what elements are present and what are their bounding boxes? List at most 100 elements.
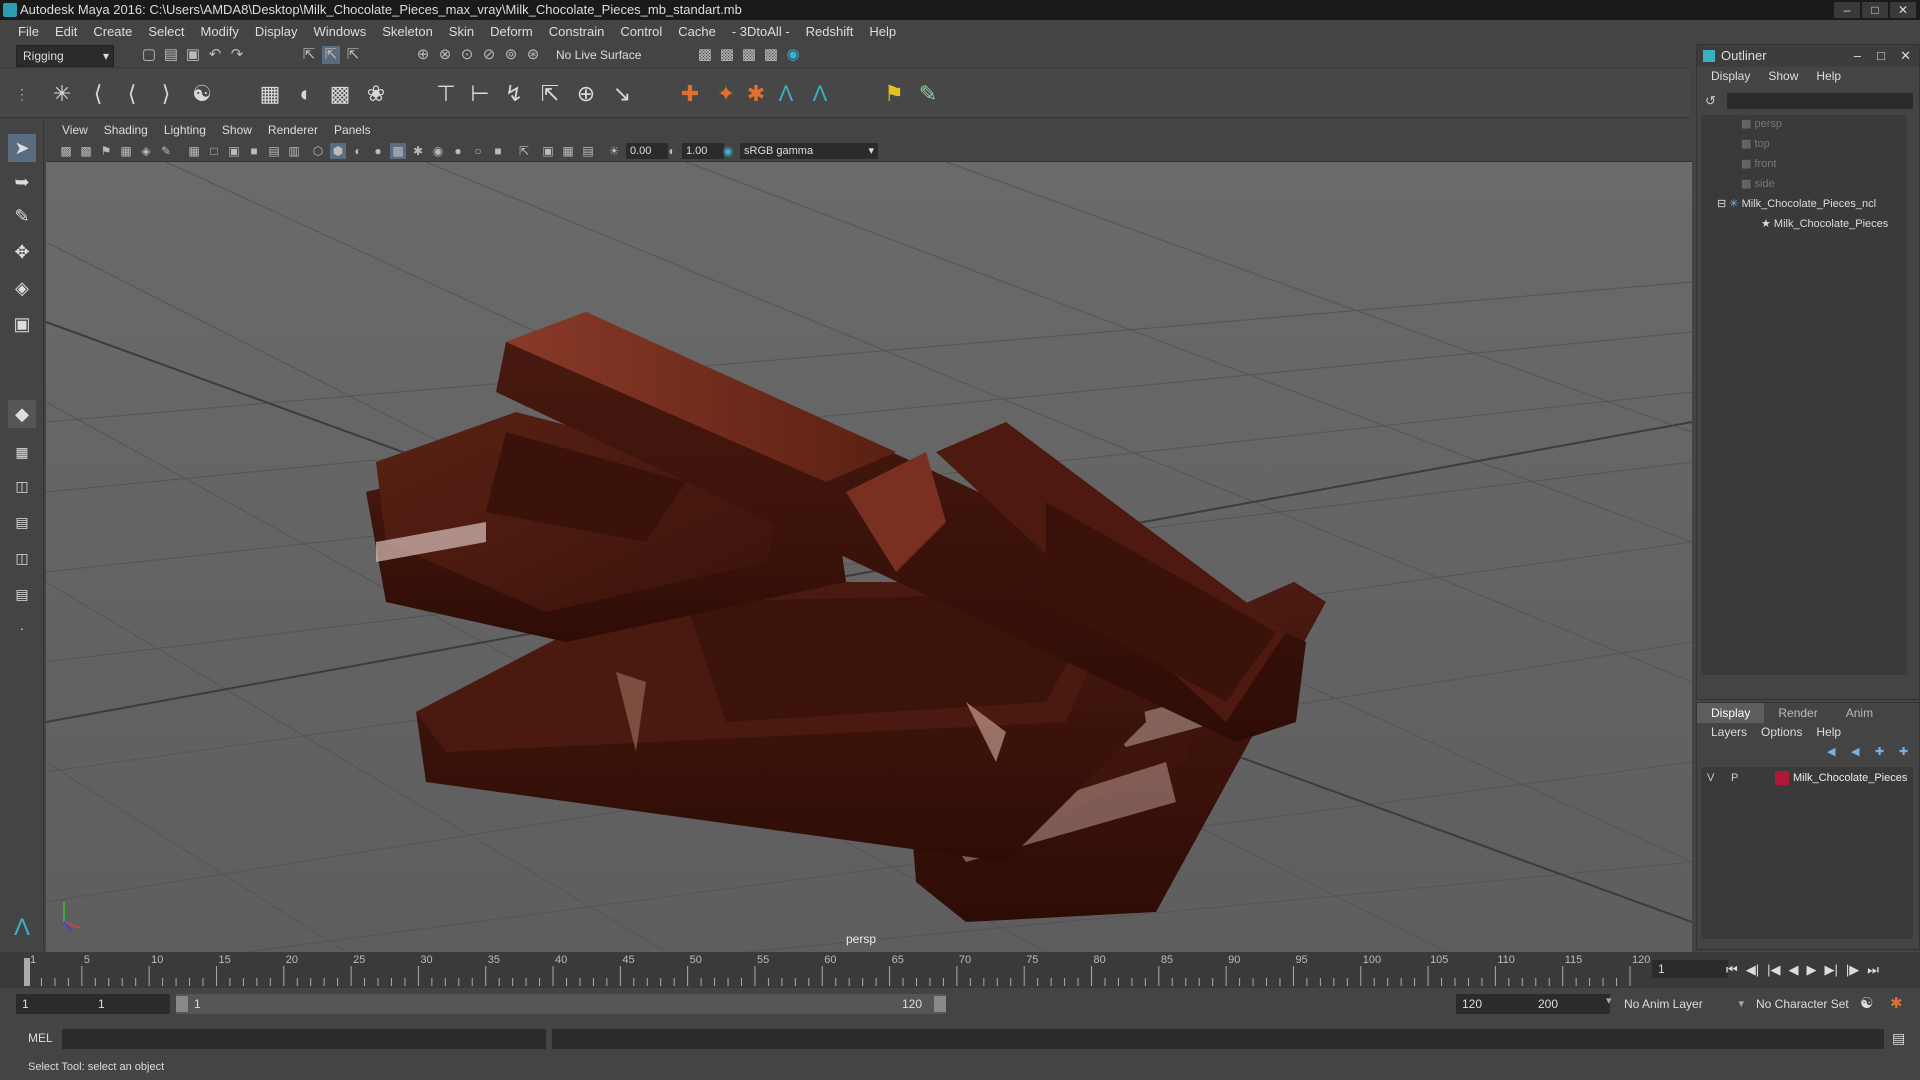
go-to-start-icon[interactable]: ⏮ xyxy=(1726,962,1738,978)
locator-icon[interactable]: ✚ xyxy=(676,80,704,108)
ik-fk-icon[interactable]: ✦ xyxy=(712,80,740,108)
select-hierarchy-icon[interactable]: ⇱ xyxy=(300,46,318,64)
panel-menu-renderer[interactable]: Renderer xyxy=(260,123,326,137)
menu-deform[interactable]: Deform xyxy=(482,24,541,39)
time-slider[interactable]: 1 5 10 15 20 25 30 35 40 45 50 55 60 65 70 75 80 85 90 95 10… xyxy=(0,952,1920,988)
chevron-down-icon[interactable]: ▾ xyxy=(1606,994,1612,1007)
default-lighting-icon[interactable]: ◐ xyxy=(350,143,366,159)
outliner-minimize-icon[interactable]: – xyxy=(1854,45,1861,67)
new-scene-icon[interactable]: ▢ xyxy=(140,46,158,64)
exposure-field[interactable]: 0.00 xyxy=(626,143,668,159)
aim-constraint-icon[interactable]: ⊕ xyxy=(572,80,600,108)
new-layer-selected-icon[interactable]: ✚ xyxy=(1899,745,1908,758)
menu-file[interactable]: File xyxy=(10,24,47,39)
redo-icon[interactable]: ↷ xyxy=(228,46,246,64)
render-settings-icon[interactable]: ▩ xyxy=(740,46,758,64)
outliner-menu-show[interactable]: Show xyxy=(1768,69,1798,87)
two-view-layout-icon[interactable]: ◫ xyxy=(8,472,36,500)
layer-row[interactable]: V P Milk_Chocolate_Pieces xyxy=(1701,769,1913,787)
xray-icon[interactable]: ▣ xyxy=(540,143,556,159)
go-to-end-icon[interactable]: ⏭ xyxy=(1867,962,1879,978)
rotate-tool-icon[interactable]: ◈ xyxy=(8,274,36,302)
menu-modify[interactable]: Modify xyxy=(193,24,247,39)
range-start-handle[interactable] xyxy=(176,996,188,1012)
graph-layout-icon[interactable]: ◫ xyxy=(8,544,36,572)
color-space-dropdown[interactable]: sRGB gamma ▾ xyxy=(740,143,878,159)
playback-start-field[interactable]: 1 xyxy=(92,994,170,1014)
parent-constraint-icon[interactable]: ⊤ xyxy=(432,80,460,108)
shelf-options-icon[interactable]: ⋮ xyxy=(8,80,36,108)
camera-attributes-icon[interactable]: ▩ xyxy=(78,143,94,159)
layer-menu-options[interactable]: Options xyxy=(1761,725,1802,739)
gate-mask-icon[interactable]: ■ xyxy=(246,143,262,159)
snap-grid-icon[interactable]: ⊕ xyxy=(414,46,432,64)
ik-spline-icon[interactable]: ⟨ xyxy=(118,80,146,108)
anim-layer-selector[interactable]: No Anim Layer ▾ xyxy=(1624,994,1744,1014)
four-view-layout-icon[interactable]: ▦ xyxy=(8,438,36,466)
lattice-icon[interactable]: ▩ xyxy=(326,80,354,108)
preferences-icon[interactable]: ✱ xyxy=(1890,994,1903,1012)
layout-options-icon[interactable]: · xyxy=(8,614,36,642)
snap-curve-icon[interactable]: ⊗ xyxy=(436,46,454,64)
xray-active-icon[interactable]: ▤ xyxy=(580,143,596,159)
mirror-joint-icon[interactable]: ⟩ xyxy=(152,80,180,108)
layer-menu-help[interactable]: Help xyxy=(1816,725,1841,739)
menu-skin[interactable]: Skin xyxy=(441,24,482,39)
hypershade-icon[interactable]: ▩ xyxy=(762,46,780,64)
persp-outliner-layout-icon[interactable]: ▤ xyxy=(8,508,36,536)
menu-control[interactable]: Control xyxy=(612,24,670,39)
render-view-icon[interactable]: ◉ xyxy=(784,46,802,64)
snap-magnet-icon[interactable]: ⊛ xyxy=(524,46,542,64)
outliner-item-mesh[interactable]: ★ Milk_Chocolate_Pieces xyxy=(1761,215,1888,233)
depth-of-field-icon[interactable]: ■ xyxy=(490,143,506,159)
resolution-gate-icon[interactable]: ▣ xyxy=(226,143,242,159)
layer-playback-toggle[interactable]: P xyxy=(1731,769,1738,787)
outliner-item-front[interactable]: ▩ front xyxy=(1741,155,1776,173)
layer-visibility-toggle[interactable]: V xyxy=(1707,769,1714,787)
live-surface-field[interactable]: No Live Surface xyxy=(550,45,650,65)
layer-menu-layers[interactable]: Layers xyxy=(1711,725,1747,739)
shadows-icon[interactable]: ✱ xyxy=(410,143,426,159)
layer-tab-anim[interactable]: Anim xyxy=(1832,703,1887,723)
command-input[interactable] xyxy=(62,1029,546,1049)
panel-menu-shading[interactable]: Shading xyxy=(96,123,156,137)
maximize-icon[interactable]: □ xyxy=(1862,2,1888,18)
panel-menu-lighting[interactable]: Lighting xyxy=(156,123,214,137)
smooth-shade-icon[interactable]: ⬢ xyxy=(330,143,346,159)
menu-redshift[interactable]: Redshift xyxy=(798,24,862,39)
lasso-tool-icon[interactable]: ➥ xyxy=(8,168,36,196)
outliner-menu-display[interactable]: Display xyxy=(1711,69,1750,87)
menu-display[interactable]: Display xyxy=(247,24,306,39)
menu-3dtoall[interactable]: - 3DtoAll - xyxy=(724,24,798,39)
exposure-icon[interactable]: ☀ xyxy=(606,143,622,159)
scale-tool-icon[interactable]: ▣ xyxy=(8,310,36,338)
bind-skin-icon[interactable]: ▦ xyxy=(256,80,284,108)
menu-windows[interactable]: Windows xyxy=(305,24,374,39)
character-set-selector[interactable]: No Character Set xyxy=(1756,994,1866,1014)
snap-view-icon[interactable]: ⊘ xyxy=(480,46,498,64)
menu-help[interactable]: Help xyxy=(861,24,904,39)
step-forward-key-icon[interactable]: |▶ xyxy=(1846,962,1859,978)
textured-icon[interactable]: ▩ xyxy=(390,143,406,159)
collapse-icon[interactable]: ⊟ xyxy=(1717,198,1729,210)
mode-selector[interactable]: Rigging ▾ xyxy=(16,45,114,67)
outliner-item-side[interactable]: ▩ side xyxy=(1741,175,1775,193)
layer-tab-display[interactable]: Display xyxy=(1697,703,1765,723)
ik-handle-icon[interactable]: ⟨ xyxy=(84,80,112,108)
current-time-indicator[interactable] xyxy=(24,958,30,986)
pole-vector-icon[interactable]: ↘ xyxy=(608,80,636,108)
bookmark-icon[interactable]: ⚑ xyxy=(98,143,114,159)
close-icon[interactable]: ✕ xyxy=(1890,2,1916,18)
panel-menu-view[interactable]: View xyxy=(54,123,96,137)
step-back-frame-icon[interactable]: |◀ xyxy=(1767,962,1780,978)
menu-create[interactable]: Create xyxy=(85,24,140,39)
scale-constraint-icon[interactable]: ⇱ xyxy=(536,80,564,108)
isolate-select-icon[interactable]: ⇱ xyxy=(516,143,532,159)
menu-skeleton[interactable]: Skeleton xyxy=(374,24,441,39)
gamma-field[interactable]: 1.00 xyxy=(682,143,724,159)
range-slider[interactable]: 1 120 xyxy=(176,994,946,1014)
select-component-icon[interactable]: ⇱ xyxy=(344,46,362,64)
camera-select-icon[interactable]: ▩ xyxy=(58,143,74,159)
end-time-field[interactable]: 200 xyxy=(1532,994,1610,1014)
point-constraint-icon[interactable]: ⊢ xyxy=(466,80,494,108)
